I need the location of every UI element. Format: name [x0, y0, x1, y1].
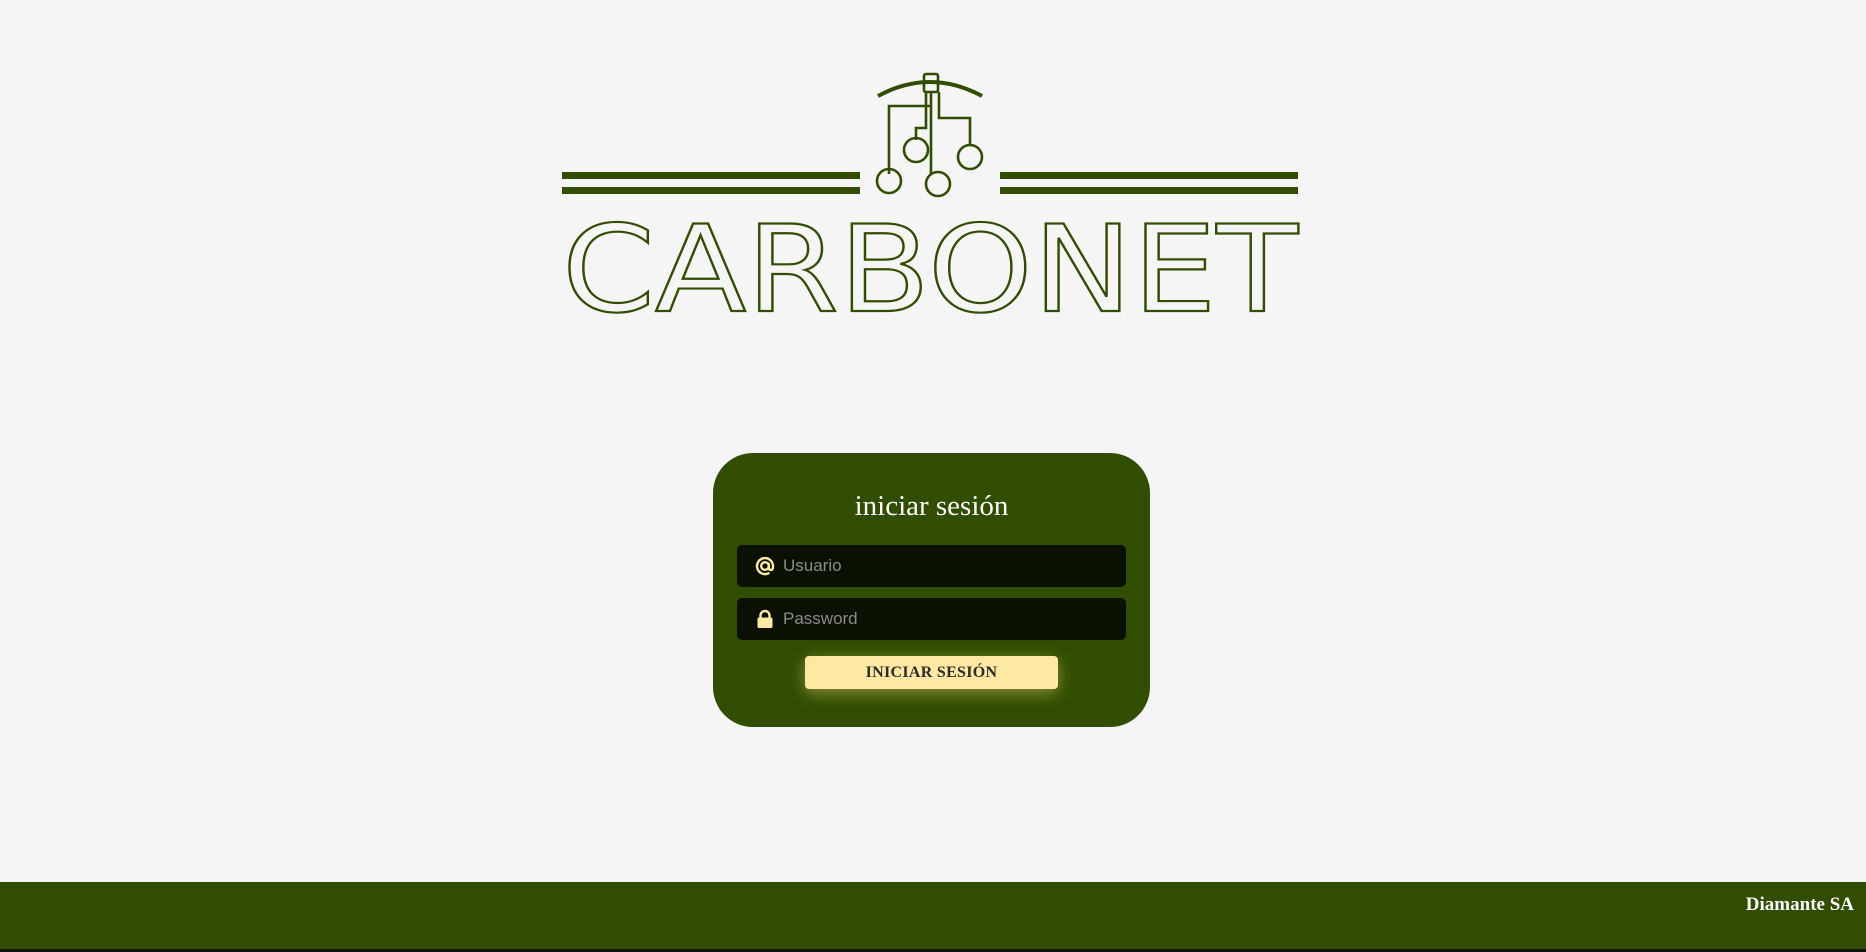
at-sign-icon: [755, 556, 775, 576]
login-title: iniciar sesión: [854, 490, 1009, 522]
mining-pickaxe-circuit-icon: [875, 72, 984, 198]
carbonet-logo: CARBONET: [560, 70, 1300, 320]
username-field[interactable]: [737, 545, 1126, 587]
logo-wordmark: CARBONET: [562, 201, 1299, 320]
lock-icon: [755, 609, 775, 629]
password-input[interactable]: [783, 598, 1113, 640]
footer-brand: Diamante SA: [1745, 894, 1854, 915]
footer: Diamante SA: [0, 882, 1866, 952]
username-input[interactable]: [783, 545, 1113, 587]
password-field[interactable]: [737, 598, 1126, 640]
logo-graphic: CARBONET: [561, 72, 1300, 320]
login-submit-button[interactable]: INICIAR SESIÓN: [805, 656, 1058, 689]
login-card: iniciar sesión INICIAR SESIÓN: [713, 453, 1150, 727]
